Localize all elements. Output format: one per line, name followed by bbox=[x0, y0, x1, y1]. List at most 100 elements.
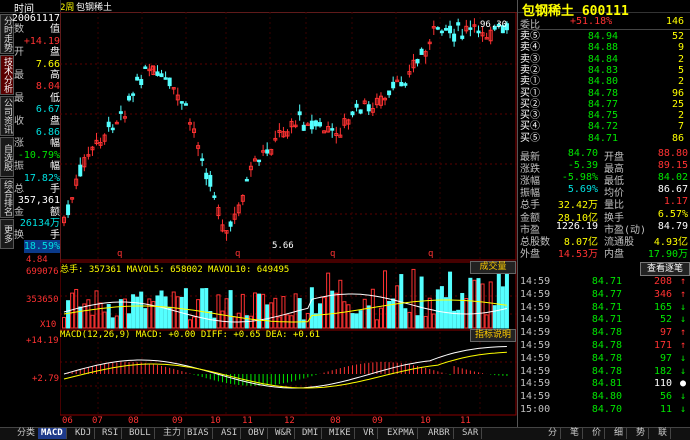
candle-body bbox=[387, 90, 392, 96]
trade-row: 14:59 84.81 110 ● bbox=[518, 377, 690, 390]
level-volume: 86 bbox=[671, 132, 684, 144]
candle-body bbox=[244, 178, 249, 182]
buy-level-row[interactable]: 买⑤ 84.71 86 bbox=[518, 132, 690, 145]
quote-bottom-tab[interactable]: 笔 bbox=[567, 428, 584, 439]
quote-stat-row: 总股数 8.07亿 流通股 4.93亿 bbox=[518, 233, 690, 248]
indicator-tab[interactable]: BOLL bbox=[126, 428, 155, 439]
indicator-tab[interactable]: MACD bbox=[38, 428, 67, 439]
candle-body bbox=[330, 128, 335, 131]
stat-value: 6.57% bbox=[657, 208, 688, 220]
candle-body bbox=[456, 22, 461, 26]
trade-volume: 56 bbox=[659, 391, 672, 403]
indicator-tab[interactable]: BIAS bbox=[184, 428, 213, 439]
x-axis-label: 10 bbox=[210, 416, 221, 426]
trade-time: 14:59 bbox=[520, 301, 551, 313]
volume-bar bbox=[318, 303, 323, 329]
stat-value: 84.70 bbox=[567, 148, 598, 159]
trade-price: 84.78 bbox=[591, 327, 622, 339]
quote-stat-row: 总手 32.42万 量比 1.17 bbox=[518, 196, 690, 211]
indicator-tab[interactable]: OBV bbox=[245, 428, 269, 439]
indicator-tab[interactable]: VR bbox=[360, 428, 378, 439]
volume-bar bbox=[114, 315, 119, 329]
trade-volume: 97 bbox=[659, 352, 672, 364]
arrow-down-icon: ↓ bbox=[679, 352, 686, 364]
volume-bar bbox=[301, 319, 306, 329]
indicator-help-button[interactable]: 指标说明 bbox=[470, 329, 516, 342]
volume-legend: 总手: 357361 MAVOL5: 658002 MAVOL10: 64949… bbox=[60, 265, 290, 275]
quote-bottom-tab[interactable]: 分 bbox=[545, 428, 562, 439]
level-label: 买⑤ bbox=[520, 132, 540, 144]
volume-bar bbox=[277, 316, 282, 329]
stat-label: 外盘 bbox=[520, 248, 540, 260]
side-tab-technical[interactable]: 技术分析 bbox=[0, 55, 14, 95]
trade-volume: 52 bbox=[659, 314, 672, 326]
trade-volume: 182 bbox=[653, 365, 672, 377]
trade-volume: 171 bbox=[653, 340, 672, 351]
indicator-tab[interactable]: MIKE bbox=[326, 428, 355, 439]
volume-bar bbox=[163, 296, 168, 329]
indicator-tab[interactable]: KDJ bbox=[72, 428, 96, 439]
volume-indicator-button[interactable]: 成交量 bbox=[470, 261, 516, 274]
trade-price: 84.78 bbox=[591, 352, 622, 364]
indicator-tab[interactable]: SAR bbox=[459, 428, 483, 439]
x-axis-label: 07 bbox=[92, 416, 103, 426]
indicator-tab[interactable]: ARBR bbox=[425, 428, 454, 439]
indicator-tab[interactable]: W&R bbox=[272, 428, 296, 439]
candle-body bbox=[228, 221, 233, 227]
candle-body bbox=[358, 109, 363, 114]
trade-time: 14:59 bbox=[520, 314, 551, 326]
quote-stat-row: 涨幅 -5.98% 最低 84.02 bbox=[518, 172, 690, 187]
indicator-tab[interactable]: ASI bbox=[218, 428, 242, 439]
arrow-up-icon: ↑ bbox=[679, 340, 686, 351]
stat-value: 84.79 bbox=[657, 220, 688, 232]
candle-body bbox=[118, 111, 123, 114]
quote-bottom-tab[interactable]: 细 bbox=[611, 428, 628, 439]
order-ratio-value: +51.18% bbox=[570, 16, 613, 27]
volume-bar bbox=[224, 298, 229, 329]
volume-bar bbox=[122, 298, 127, 329]
volume-bar bbox=[265, 304, 270, 329]
quote-bottom-tab[interactable]: 势 bbox=[633, 428, 650, 439]
candle-body bbox=[106, 121, 111, 128]
indicator-tab[interactable]: 主力 bbox=[160, 428, 186, 439]
candle-body bbox=[212, 195, 217, 198]
order-ratio-diff: 146 bbox=[665, 16, 684, 27]
side-tab-company[interactable]: 公司资讯 bbox=[0, 96, 14, 136]
quote-bottom-tab[interactable]: 联 bbox=[655, 428, 672, 439]
stat-label: 内盘 bbox=[604, 248, 624, 260]
arrow-down-icon: ↓ bbox=[679, 301, 686, 313]
volume-bar bbox=[460, 292, 465, 329]
candle-body bbox=[460, 35, 465, 39]
kline-chart[interactable] bbox=[60, 12, 517, 428]
view-trades-button[interactable]: 查看逐笔 bbox=[640, 262, 690, 276]
candle-body bbox=[204, 172, 209, 180]
volume-bar bbox=[338, 279, 343, 329]
volume-bar bbox=[240, 293, 245, 329]
volume-bar bbox=[354, 313, 359, 329]
volume-bar bbox=[82, 303, 87, 329]
volume-bar bbox=[102, 311, 107, 329]
quote-bottom-tab[interactable]: 价 bbox=[589, 428, 606, 439]
volume-bar bbox=[330, 290, 335, 329]
side-tab-more[interactable]: 更多 bbox=[0, 219, 14, 249]
volume-bar bbox=[374, 319, 379, 329]
volume-bar bbox=[326, 272, 331, 329]
volume-bar bbox=[143, 308, 148, 329]
indicator-tab[interactable]: EXPMA bbox=[384, 428, 419, 439]
volume-bar bbox=[90, 314, 95, 329]
candle-body bbox=[309, 120, 314, 130]
volume-bar bbox=[480, 283, 485, 329]
volume-bar bbox=[216, 294, 221, 329]
volume-bar bbox=[248, 315, 253, 329]
side-tab-ranking[interactable]: 综合排名 bbox=[0, 178, 14, 218]
arrow-down-icon: ↓ bbox=[679, 314, 686, 326]
indicator-tab[interactable]: DMI bbox=[299, 428, 323, 439]
volume-bar bbox=[334, 292, 339, 329]
indicator-tab[interactable]: 分类 bbox=[14, 428, 40, 439]
x-axis-label: 12 bbox=[284, 416, 295, 426]
indicator-tab[interactable]: RSI bbox=[99, 428, 123, 439]
quote-stat-row: 市盈 1226.19 市盈(动) 84.79 bbox=[518, 220, 690, 236]
macd-panel-frame bbox=[60, 329, 517, 416]
x-axis-label: 09 bbox=[172, 416, 183, 426]
side-tab-watchlist[interactable]: 自选股 bbox=[0, 137, 14, 177]
